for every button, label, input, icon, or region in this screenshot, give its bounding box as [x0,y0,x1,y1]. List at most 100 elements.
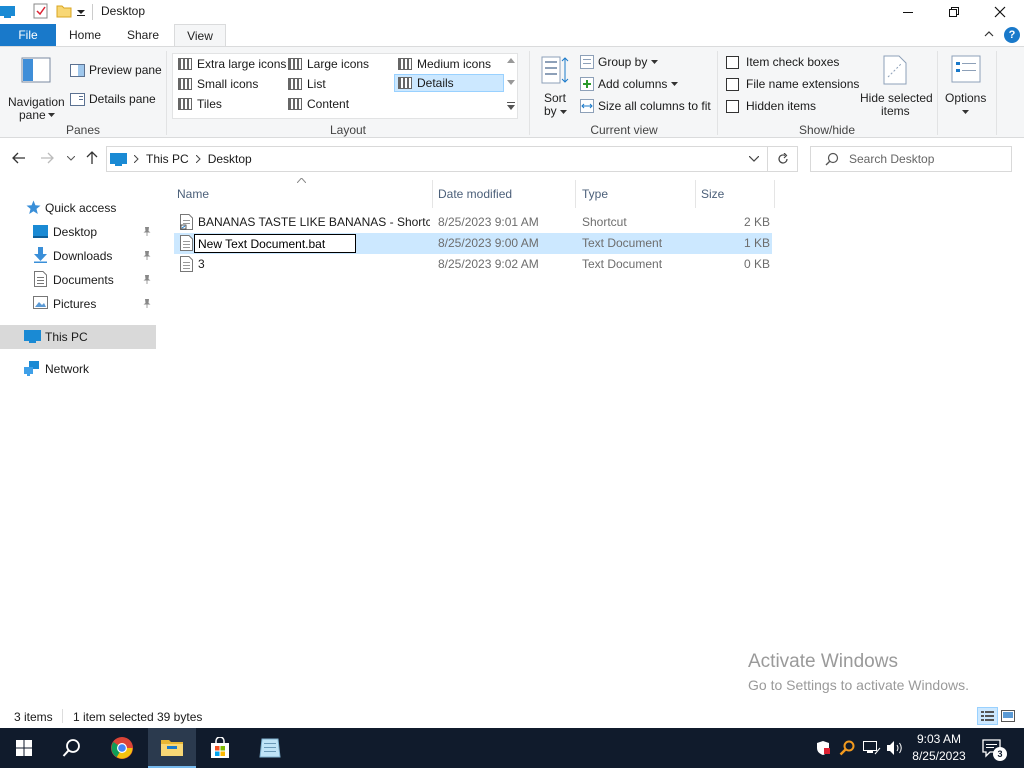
nav-network[interactable]: Network [0,357,156,381]
layout-medium-icons[interactable]: Medium icons [395,55,491,73]
file-size: 2 KB [744,215,771,229]
file-name-extensions-toggle[interactable]: File name extensions [726,77,859,91]
navigation-pane-dropdown-icon [48,113,55,117]
minimize-button[interactable] [885,0,931,24]
file-row[interactable]: 3 8/25/2023 9:02 AM Text Document 0 KB [174,254,772,275]
nav-documents[interactable]: Documents [0,268,156,292]
item-check-boxes-checkbox[interactable] [726,55,739,69]
tab-share[interactable]: Share [118,24,168,46]
taskbar-store[interactable] [196,728,244,768]
tab-home[interactable]: Home [60,24,110,46]
file-row-selected[interactable]: 8/25/2023 9:00 AM Text Document 1 KB [174,233,772,254]
ribbon-separator [996,51,997,135]
taskbar-search-button[interactable] [48,728,96,768]
recent-locations-chevron-icon[interactable] [67,156,75,161]
title-separator [92,4,93,20]
breadcrumb-this-pc[interactable]: This PC [146,152,189,166]
close-button[interactable] [977,0,1023,24]
layout-small-icons[interactable]: Small icons [175,75,258,93]
refresh-button[interactable] [768,146,798,172]
size-columns-icon [580,99,594,113]
layout-content[interactable]: Content [285,95,349,113]
options-button[interactable]: Options [942,53,990,119]
content-icon [288,98,302,110]
search-field[interactable]: Search Desktop [810,146,1012,172]
item-check-boxes-toggle[interactable]: Item check boxes [726,55,839,69]
current-view-group-label: Current view [590,123,658,137]
network-tray-icon[interactable] [863,741,881,755]
customize-toolbar-chevron-icon[interactable] [76,7,86,17]
hidden-items-checkbox[interactable] [726,99,739,113]
nav-quick-access[interactable]: Quick access [0,196,156,220]
size-columns-button[interactable]: Size all columns to fit [580,99,711,113]
collapse-ribbon-chevron-icon[interactable] [984,29,994,39]
column-header-type[interactable]: Type [576,180,696,208]
breadcrumb-separator-icon[interactable] [134,155,139,163]
search-magnifier-tray-icon[interactable] [839,740,855,756]
layout-large-icons[interactable]: Large icons [285,55,369,73]
layout-tiles[interactable]: Tiles [175,95,222,113]
address-field[interactable]: This PC Desktop [106,146,768,172]
navigation-pane-button[interactable]: Navigation pane [8,51,66,122]
pin-icon[interactable] [142,226,152,236]
list-icon [288,78,302,90]
properties-icon[interactable] [33,3,49,19]
nav-pictures[interactable]: Pictures [0,292,156,316]
details-pane-button[interactable]: Details pane [70,92,156,106]
tab-file[interactable]: File [0,24,56,46]
computer-icon[interactable] [0,3,16,19]
breadcrumb-separator-icon[interactable] [195,155,201,163]
volume-icon[interactable] [886,740,904,756]
layout-details[interactable]: Details [394,74,504,92]
layout-extra-large-icons[interactable]: Extra large icons [175,55,286,73]
layout-list[interactable]: List [285,75,326,93]
column-header-size[interactable]: Size [695,180,775,208]
gallery-scroll-down-icon[interactable] [507,80,515,85]
rename-input[interactable] [194,234,356,253]
file-type: Shortcut [582,215,627,229]
address-history-chevron-icon[interactable] [749,156,759,162]
medium-icons-icon [398,58,412,70]
nav-this-pc[interactable]: This PC [0,325,156,349]
up-arrow-icon[interactable] [86,151,98,165]
notifications-button[interactable]: 3 [982,738,1007,761]
large-icons-view-icon[interactable] [1001,710,1015,722]
pin-icon[interactable] [142,274,152,284]
gallery-expand-icon[interactable] [507,102,515,110]
column-header-name[interactable]: Name [171,180,433,208]
taskbar-chrome[interactable] [98,728,146,768]
navigation-pane-label: Navigation [8,95,65,109]
tab-view[interactable]: View [174,24,226,47]
nav-desktop[interactable]: Desktop [0,220,156,244]
taskbar-notepad[interactable] [246,728,294,768]
breadcrumb-desktop[interactable]: Desktop [208,152,252,166]
hidden-items-toggle[interactable]: Hidden items [726,99,816,113]
security-shield-icon[interactable] [815,740,831,756]
group-by-button[interactable]: Group by [580,55,659,69]
new-folder-icon[interactable] [56,3,72,19]
pin-icon[interactable] [142,250,152,260]
help-button[interactable]: ? [1004,27,1020,43]
add-columns-button[interactable]: Add columns [580,77,679,91]
back-arrow-icon[interactable] [12,152,26,164]
nav-downloads[interactable]: Downloads [0,244,156,268]
column-header-date-modified[interactable]: Date modified [432,180,576,208]
hide-selected-label-2: items [881,104,910,118]
gallery-scroll-up-icon[interactable] [507,58,515,63]
pin-icon[interactable] [142,298,152,308]
add-columns-icon [580,77,594,91]
restore-button[interactable] [931,0,977,24]
preview-pane-button[interactable]: Preview pane [70,63,162,77]
file-name-extensions-checkbox[interactable] [726,77,739,91]
status-separator [62,709,63,723]
hide-selected-items-button[interactable]: Hide selected items [858,53,933,119]
forward-arrow-icon[interactable] [40,152,54,164]
windows-logo-icon [16,740,32,756]
file-row[interactable]: BANANAS TASTE LIKE BANANAS - Shortc... 8… [174,212,772,233]
sort-by-button[interactable]: Sort by [538,53,572,119]
taskbar-clock[interactable]: 9:03 AM 8/25/2023 [908,731,970,765]
details-view-button[interactable] [977,707,998,725]
layout-gallery: Extra large icons Large icons Medium ico… [172,53,518,119]
start-button[interactable] [0,728,48,768]
taskbar-file-explorer[interactable] [148,728,196,768]
